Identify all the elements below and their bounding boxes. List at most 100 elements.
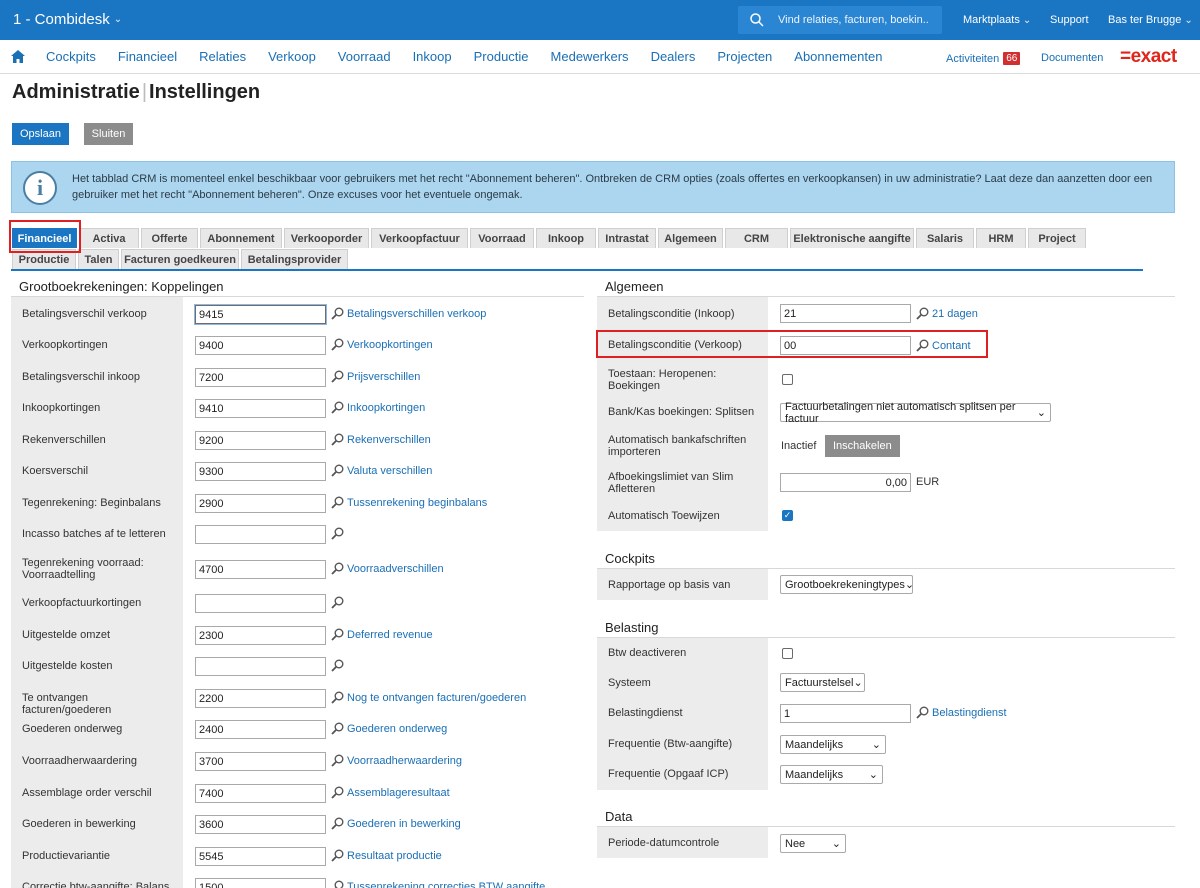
- left-row-lookup[interactable]: Tussenrekening beginbalans: [331, 496, 487, 509]
- belastingdienst-link[interactable]: Belastingdienst: [932, 707, 1007, 719]
- left-row-link[interactable]: Goederen onderweg: [347, 723, 447, 735]
- documenten-link[interactable]: Documenten: [1041, 52, 1103, 64]
- left-row-lookup[interactable]: [331, 596, 347, 609]
- periode-select[interactable]: Nee ⌄: [780, 834, 846, 853]
- activiteiten-link[interactable]: Activiteiten 66: [946, 52, 1021, 65]
- left-row-lookup[interactable]: Goederen onderweg: [331, 722, 447, 735]
- left-row-lookup[interactable]: Voorraadherwaardering: [331, 754, 462, 767]
- left-row-lookup[interactable]: [331, 527, 347, 540]
- left-row-input[interactable]: [195, 462, 326, 481]
- tab-project[interactable]: Project: [1028, 228, 1086, 248]
- tab-talen[interactable]: Talen: [78, 249, 119, 269]
- marktplaats-menu[interactable]: Marktplaats ⌄: [963, 14, 1031, 26]
- left-row-lookup[interactable]: Verkoopkortingen: [331, 338, 433, 351]
- left-row-link[interactable]: Betalingsverschillen verkoop: [347, 308, 486, 320]
- left-row-input[interactable]: [195, 752, 326, 771]
- left-row-input[interactable]: [195, 368, 326, 387]
- menu-item-dealers[interactable]: Dealers: [651, 49, 696, 64]
- betcond-inkoop-input[interactable]: [780, 304, 911, 323]
- tab-facturen-goedkeuren[interactable]: Facturen goedkeuren: [121, 249, 239, 269]
- btw-deactiveren-checkbox[interactable]: [782, 648, 793, 659]
- left-row-link[interactable]: Nog te ontvangen facturen/goederen: [347, 692, 526, 704]
- left-row-input[interactable]: [195, 336, 326, 355]
- left-row-input[interactable]: [195, 847, 326, 866]
- left-row-input[interactable]: [195, 594, 326, 613]
- left-row-link[interactable]: Prijsverschillen: [347, 371, 420, 383]
- left-row-link[interactable]: Tussenrekening correcties BTW aangifte: [347, 881, 545, 888]
- left-row-input[interactable]: [195, 626, 326, 645]
- left-row-link[interactable]: Inkoopkortingen: [347, 402, 425, 414]
- left-row-lookup[interactable]: Resultaat productie: [331, 849, 442, 862]
- left-row-input[interactable]: [195, 305, 326, 324]
- left-row-link[interactable]: Tussenrekening beginbalans: [347, 497, 487, 509]
- menu-item-inkoop[interactable]: Inkoop: [413, 49, 452, 64]
- tab-hrm[interactable]: HRM: [976, 228, 1026, 248]
- left-row-lookup[interactable]: Tussenrekening correcties BTW aangifte: [331, 880, 545, 888]
- search-input[interactable]: [778, 14, 928, 26]
- tab-abonnement[interactable]: Abonnement: [200, 228, 282, 248]
- tab-activa[interactable]: Activa: [79, 228, 139, 248]
- left-row-input[interactable]: [195, 399, 326, 418]
- left-row-input[interactable]: [195, 815, 326, 834]
- menu-item-abonnementen[interactable]: Abonnementen: [794, 49, 882, 64]
- menu-item-cockpits[interactable]: Cockpits: [46, 49, 96, 64]
- save-button[interactable]: Opslaan: [12, 123, 69, 145]
- freq-btw-select[interactable]: Maandelijks ⌄: [780, 735, 886, 754]
- left-row-lookup[interactable]: [331, 659, 347, 672]
- tab-salaris[interactable]: Salaris: [916, 228, 974, 248]
- splitsen-select[interactable]: Factuurbetalingen niet automatisch split…: [780, 401, 1051, 425]
- user-menu[interactable]: Bas ter Brugge ⌄: [1108, 14, 1193, 26]
- tab-intrastat[interactable]: Intrastat: [598, 228, 656, 248]
- belastingdienst-input[interactable]: [780, 704, 911, 723]
- left-row-lookup[interactable]: Prijsverschillen: [331, 370, 420, 383]
- left-row-lookup[interactable]: Nog te ontvangen facturen/goederen: [331, 691, 526, 704]
- left-row-lookup[interactable]: Goederen in bewerking: [331, 817, 461, 830]
- tab-offerte[interactable]: Offerte: [141, 228, 198, 248]
- left-row-lookup[interactable]: Rekenverschillen: [331, 433, 431, 446]
- left-row-lookup[interactable]: Voorraadverschillen: [331, 562, 444, 575]
- inschakelen-button[interactable]: Inschakelen: [825, 435, 900, 457]
- global-search[interactable]: [738, 6, 942, 34]
- left-row-lookup[interactable]: Deferred revenue: [331, 628, 433, 641]
- betcond-inkoop-link[interactable]: 21 dagen: [932, 308, 978, 320]
- toewijzen-checkbox[interactable]: ✓: [782, 510, 793, 521]
- heropenen-checkbox[interactable]: [782, 374, 793, 385]
- systeem-select[interactable]: Factuurstelsel ⌄: [780, 673, 865, 692]
- left-row-lookup[interactable]: Assemblageresultaat: [331, 786, 450, 799]
- company-switcher[interactable]: 1 - Combidesk ⌄: [13, 11, 122, 28]
- menu-item-financieel[interactable]: Financieel: [118, 49, 177, 64]
- menu-item-productie[interactable]: Productie: [474, 49, 529, 64]
- left-row-input[interactable]: [195, 494, 326, 513]
- left-row-input[interactable]: [195, 431, 326, 450]
- left-row-input[interactable]: [195, 878, 326, 888]
- left-row-link[interactable]: Valuta verschillen: [347, 465, 432, 477]
- tab-elektronische-aangifte[interactable]: Elektronische aangifte: [790, 228, 914, 248]
- left-row-link[interactable]: Rekenverschillen: [347, 434, 431, 446]
- left-row-link[interactable]: Voorraadherwaardering: [347, 755, 462, 767]
- left-row-link[interactable]: Verkoopkortingen: [347, 339, 433, 351]
- menu-item-medewerkers[interactable]: Medewerkers: [551, 49, 629, 64]
- belastingdienst-lookup[interactable]: Belastingdienst: [916, 706, 1007, 719]
- support-link[interactable]: Support: [1050, 14, 1089, 26]
- left-row-input[interactable]: [195, 784, 326, 803]
- left-row-input[interactable]: [195, 525, 326, 544]
- left-row-input[interactable]: [195, 689, 326, 708]
- menu-item-voorraad[interactable]: Voorraad: [338, 49, 391, 64]
- freq-icp-select[interactable]: Maandelijks ⌄: [780, 765, 883, 784]
- left-row-lookup[interactable]: Betalingsverschillen verkoop: [331, 307, 486, 320]
- left-row-link[interactable]: Deferred revenue: [347, 629, 433, 641]
- tab-voorraad[interactable]: Voorraad: [470, 228, 534, 248]
- left-row-lookup[interactable]: Valuta verschillen: [331, 464, 432, 477]
- left-row-link[interactable]: Voorraadverschillen: [347, 563, 444, 575]
- left-row-input[interactable]: [195, 657, 326, 676]
- menu-item-verkoop[interactable]: Verkoop: [268, 49, 316, 64]
- tab-algemeen[interactable]: Algemeen: [658, 228, 723, 248]
- menu-item-relaties[interactable]: Relaties: [199, 49, 246, 64]
- left-row-link[interactable]: Goederen in bewerking: [347, 818, 461, 830]
- tab-crm[interactable]: CRM: [725, 228, 788, 248]
- close-button[interactable]: Sluiten: [84, 123, 133, 145]
- afboekingslimiet-input[interactable]: [780, 473, 911, 492]
- tab-inkoop[interactable]: Inkoop: [536, 228, 596, 248]
- rapportage-select[interactable]: Grootboekrekeningtypes ⌄: [780, 575, 914, 594]
- left-row-input[interactable]: [195, 560, 326, 579]
